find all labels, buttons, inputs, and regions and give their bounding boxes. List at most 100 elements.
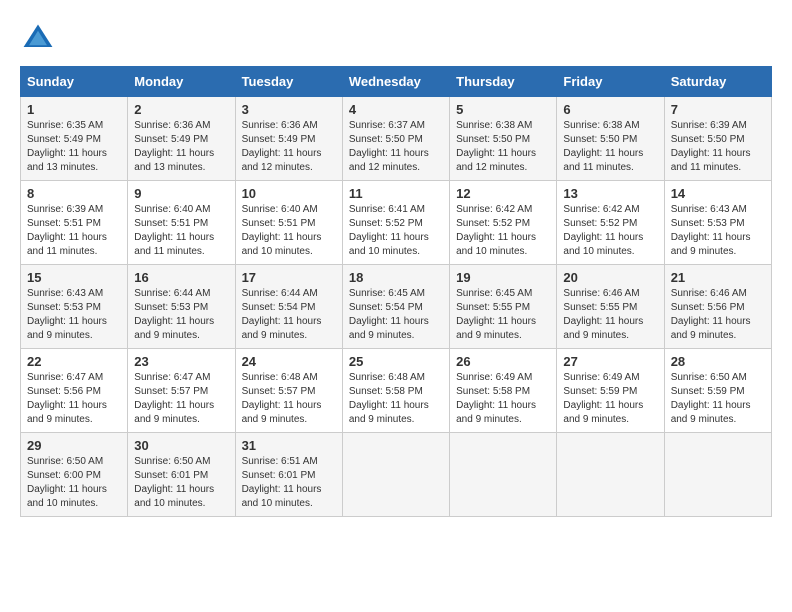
day-info: Sunrise: 6:44 AMSunset: 5:53 PMDaylight:… xyxy=(134,288,214,341)
calendar-cell: 1Sunrise: 6:35 AMSunset: 5:49 PMDaylight… xyxy=(21,97,128,181)
calendar-cell: 16 Sunrise: 6:44 AMSunset: 5:53 PMDayligh… xyxy=(128,265,235,349)
day-info: Sunrise: 6:48 AMSunset: 5:58 PMDaylight:… xyxy=(349,372,429,425)
calendar-cell: 21 Sunrise: 6:46 AMSunset: 5:56 PMDayligh… xyxy=(664,265,771,349)
day-info: Sunrise: 6:41 AMSunset: 5:52 PMDaylight:… xyxy=(349,204,429,257)
calendar-cell: 27Sunrise: 6:49 AMSunset: 5:59 PMDayligh… xyxy=(557,349,664,433)
day-number: 28 xyxy=(671,354,765,369)
calendar-cell: 4 Sunrise: 6:37 AMSunset: 5:50 PMDaylight… xyxy=(342,97,449,181)
day-number: 11 xyxy=(349,186,443,201)
week-row-3: 15 Sunrise: 6:43 AMSunset: 5:53 PMDayligh… xyxy=(21,265,772,349)
calendar-cell: 9 Sunrise: 6:40 AMSunset: 5:51 PMDaylight… xyxy=(128,181,235,265)
day-info: Sunrise: 6:38 AMSunset: 5:50 PMDaylight:… xyxy=(563,120,643,173)
calendar-header: SundayMondayTuesdayWednesdayThursdayFrid… xyxy=(21,67,772,97)
header-cell-thursday: Thursday xyxy=(450,67,557,97)
calendar-cell: 8 Sunrise: 6:39 AMSunset: 5:51 PMDaylight… xyxy=(21,181,128,265)
day-number: 26 xyxy=(456,354,550,369)
day-info: Sunrise: 6:38 AMSunset: 5:50 PMDaylight:… xyxy=(456,120,536,173)
day-info: Sunrise: 6:47 AMSunset: 5:56 PMDaylight:… xyxy=(27,372,107,425)
calendar-cell: 7 Sunrise: 6:39 AMSunset: 5:50 PMDaylight… xyxy=(664,97,771,181)
calendar-cell: 25 Sunrise: 6:48 AMSunset: 5:58 PMDayligh… xyxy=(342,349,449,433)
day-info: Sunrise: 6:46 AMSunset: 5:56 PMDaylight:… xyxy=(671,288,751,341)
calendar-cell: 22 Sunrise: 6:47 AMSunset: 5:56 PMDayligh… xyxy=(21,349,128,433)
logo-icon xyxy=(20,20,56,56)
day-number: 13 xyxy=(563,186,657,201)
calendar-cell: 24 Sunrise: 6:48 AMSunset: 5:57 PMDayligh… xyxy=(235,349,342,433)
day-number: 3 xyxy=(242,102,336,117)
calendar-cell: 5 Sunrise: 6:38 AMSunset: 5:50 PMDaylight… xyxy=(450,97,557,181)
calendar-cell: 14Sunrise: 6:43 AMSunset: 5:53 PMDayligh… xyxy=(664,181,771,265)
calendar-cell: 28 Sunrise: 6:50 AMSunset: 5:59 PMDayligh… xyxy=(664,349,771,433)
day-number: 15 xyxy=(27,270,121,285)
day-info: Sunrise: 6:36 AMSunset: 5:49 PMDaylight:… xyxy=(134,120,214,173)
day-number: 25 xyxy=(349,354,443,369)
calendar-cell: 19 Sunrise: 6:45 AMSunset: 5:55 PMDayligh… xyxy=(450,265,557,349)
calendar-cell: 15 Sunrise: 6:43 AMSunset: 5:53 PMDayligh… xyxy=(21,265,128,349)
day-info: Sunrise: 6:43 AMSunset: 5:53 PMDaylight:… xyxy=(671,204,751,257)
day-info: Sunrise: 6:43 AMSunset: 5:53 PMDaylight:… xyxy=(27,288,107,341)
day-number: 10 xyxy=(242,186,336,201)
calendar-table: SundayMondayTuesdayWednesdayThursdayFrid… xyxy=(20,66,772,517)
day-info: Sunrise: 6:37 AMSunset: 5:50 PMDaylight:… xyxy=(349,120,429,173)
day-info: Sunrise: 6:47 AMSunset: 5:57 PMDaylight:… xyxy=(134,372,214,425)
calendar-cell: 2Sunrise: 6:36 AMSunset: 5:49 PMDaylight… xyxy=(128,97,235,181)
header-cell-saturday: Saturday xyxy=(664,67,771,97)
day-info: Sunrise: 6:39 AMSunset: 5:50 PMDaylight:… xyxy=(671,120,751,173)
day-info: Sunrise: 6:45 AMSunset: 5:55 PMDaylight:… xyxy=(456,288,536,341)
day-info: Sunrise: 6:48 AMSunset: 5:57 PMDaylight:… xyxy=(242,372,322,425)
header-row: SundayMondayTuesdayWednesdayThursdayFrid… xyxy=(21,67,772,97)
calendar-cell: 26 Sunrise: 6:49 AMSunset: 5:58 PMDayligh… xyxy=(450,349,557,433)
day-number: 22 xyxy=(27,354,121,369)
calendar-cell: 29Sunrise: 6:50 AMSunset: 6:00 PMDayligh… xyxy=(21,433,128,517)
day-info: Sunrise: 6:40 AMSunset: 5:51 PMDaylight:… xyxy=(242,204,322,257)
calendar-cell: 23Sunrise: 6:47 AMSunset: 5:57 PMDayligh… xyxy=(128,349,235,433)
calendar-cell: 13 Sunrise: 6:42 AMSunset: 5:52 PMDayligh… xyxy=(557,181,664,265)
logo xyxy=(20,20,62,56)
day-info: Sunrise: 6:40 AMSunset: 5:51 PMDaylight:… xyxy=(134,204,214,257)
day-info: Sunrise: 6:45 AMSunset: 5:54 PMDaylight:… xyxy=(349,288,429,341)
day-number: 30 xyxy=(134,438,228,453)
day-number: 9 xyxy=(134,186,228,201)
calendar-cell xyxy=(664,433,771,517)
calendar-cell xyxy=(342,433,449,517)
calendar-cell: 20 Sunrise: 6:46 AMSunset: 5:55 PMDayligh… xyxy=(557,265,664,349)
day-info: Sunrise: 6:50 AMSunset: 6:01 PMDaylight:… xyxy=(134,456,214,509)
day-number: 12 xyxy=(456,186,550,201)
week-row-4: 22 Sunrise: 6:47 AMSunset: 5:56 PMDayligh… xyxy=(21,349,772,433)
day-info: Sunrise: 6:35 AMSunset: 5:49 PMDaylight:… xyxy=(27,120,107,173)
day-number: 7 xyxy=(671,102,765,117)
day-info: Sunrise: 6:49 AMSunset: 5:58 PMDaylight:… xyxy=(456,372,536,425)
day-number: 27 xyxy=(563,354,657,369)
day-number: 18 xyxy=(349,270,443,285)
day-info: Sunrise: 6:50 AMSunset: 5:59 PMDaylight:… xyxy=(671,372,751,425)
calendar-body: 1Sunrise: 6:35 AMSunset: 5:49 PMDaylight… xyxy=(21,97,772,517)
header-cell-friday: Friday xyxy=(557,67,664,97)
day-number: 4 xyxy=(349,102,443,117)
day-info: Sunrise: 6:39 AMSunset: 5:51 PMDaylight:… xyxy=(27,204,107,257)
calendar-cell xyxy=(450,433,557,517)
day-number: 31 xyxy=(242,438,336,453)
day-info: Sunrise: 6:36 AMSunset: 5:49 PMDaylight:… xyxy=(242,120,322,173)
calendar-cell xyxy=(557,433,664,517)
calendar-cell: 11 Sunrise: 6:41 AMSunset: 5:52 PMDayligh… xyxy=(342,181,449,265)
day-number: 20 xyxy=(563,270,657,285)
week-row-5: 29Sunrise: 6:50 AMSunset: 6:00 PMDayligh… xyxy=(21,433,772,517)
day-number: 29 xyxy=(27,438,121,453)
day-info: Sunrise: 6:46 AMSunset: 5:55 PMDaylight:… xyxy=(563,288,643,341)
calendar-cell: 18 Sunrise: 6:45 AMSunset: 5:54 PMDayligh… xyxy=(342,265,449,349)
header-cell-monday: Monday xyxy=(128,67,235,97)
day-number: 5 xyxy=(456,102,550,117)
day-number: 21 xyxy=(671,270,765,285)
calendar-cell: 12Sunrise: 6:42 AMSunset: 5:52 PMDayligh… xyxy=(450,181,557,265)
header-cell-tuesday: Tuesday xyxy=(235,67,342,97)
day-number: 24 xyxy=(242,354,336,369)
day-info: Sunrise: 6:44 AMSunset: 5:54 PMDaylight:… xyxy=(242,288,322,341)
day-number: 6 xyxy=(563,102,657,117)
calendar-cell: 10 Sunrise: 6:40 AMSunset: 5:51 PMDayligh… xyxy=(235,181,342,265)
header-cell-sunday: Sunday xyxy=(21,67,128,97)
day-number: 8 xyxy=(27,186,121,201)
day-info: Sunrise: 6:42 AMSunset: 5:52 PMDaylight:… xyxy=(563,204,643,257)
day-number: 17 xyxy=(242,270,336,285)
day-number: 19 xyxy=(456,270,550,285)
day-number: 16 xyxy=(134,270,228,285)
day-info: Sunrise: 6:51 AMSunset: 6:01 PMDaylight:… xyxy=(242,456,322,509)
